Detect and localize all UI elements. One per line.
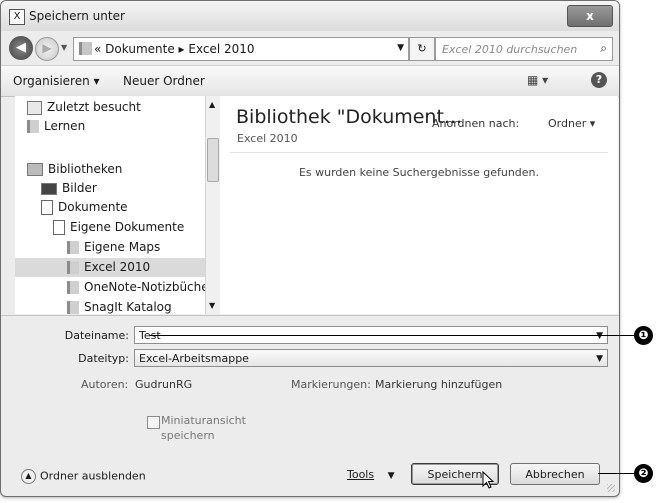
scroll-down-icon[interactable]: ▼ — [209, 301, 215, 310]
libraries-icon — [27, 163, 43, 176]
address-bar[interactable]: « Dokumente ▸ Excel 2010 ▼ — [73, 37, 409, 61]
divider — [1, 315, 619, 316]
scroll-up-icon[interactable]: ▲ — [209, 100, 215, 109]
filetype-select[interactable]: Excel-Arbeitsmappe ▼ — [134, 349, 608, 367]
navigation-pane-scrollbar[interactable]: ▲ ▼ — [205, 96, 220, 314]
back-button[interactable]: ◀ — [9, 36, 33, 60]
resize-grip-icon[interactable] — [607, 484, 615, 492]
save-thumbnail-checkbox[interactable] — [147, 416, 160, 429]
scrollbar-thumb[interactable] — [207, 138, 219, 182]
folder-icon — [27, 120, 39, 133]
navigation-bar: ◀ ▶ ▼ « Dokumente ▸ Excel 2010 ▼ ↻ Excel… — [1, 31, 619, 65]
search-placeholder: Excel 2010 durchsuchen — [442, 43, 578, 56]
chevron-down-icon: ▼ — [387, 471, 395, 481]
library-subtitle: Excel 2010 — [237, 132, 298, 145]
tree-item-onenote-notizbuecher[interactable]: OneNote-Notizbücher — [67, 278, 205, 297]
save-thumbnail-label: Miniaturansicht speichern — [161, 414, 246, 442]
tree-item-lernen[interactable]: Lernen — [27, 117, 205, 136]
filename-label: Dateiname: — [64, 329, 129, 342]
filetype-value: Excel-Arbeitsmappe — [139, 352, 249, 365]
folder-icon — [67, 261, 79, 274]
collapse-icon: ▲ — [21, 469, 36, 484]
folder-icon — [79, 42, 92, 55]
empty-results-message: Es wurden keine Suchergebnisse gefunden. — [298, 166, 540, 179]
command-bar: Organisieren ▾ Neuer Ordner ▦ ▾ ? — [1, 65, 619, 97]
authors-value[interactable]: GudrunRG — [135, 378, 192, 391]
authors-label: Autoren: — [81, 378, 129, 391]
breadcrumb-separator-icon[interactable]: ▸ — [179, 42, 185, 56]
callout-1-badge: ❶ — [634, 326, 653, 345]
callout-2-badge: ❷ — [634, 464, 653, 483]
breadcrumb-excel-2010[interactable]: Excel 2010 — [188, 42, 254, 56]
title-bar: X Speichern unter x — [1, 1, 619, 31]
breadcrumb-dokumente[interactable]: Dokumente — [105, 42, 175, 56]
excel-app-icon: X — [9, 9, 25, 25]
recent-places-icon — [27, 100, 42, 115]
tree-item-snagit-katalog[interactable]: SnagIt Katalog — [67, 298, 205, 314]
documents-library-icon — [41, 200, 53, 215]
arrange-by-dropdown[interactable]: Ordner ▾ — [548, 117, 595, 130]
new-folder-button[interactable]: Neuer Ordner — [123, 74, 205, 88]
tree-item-dokumente[interactable]: Dokumente — [41, 198, 205, 217]
tree-item-eigene-dokumente[interactable]: Eigene Dokumente — [53, 218, 205, 237]
filetype-label: Dateityp: — [78, 352, 129, 365]
address-dropdown-icon[interactable]: ▼ — [397, 43, 404, 53]
tree-item-excel-2010[interactable]: Excel 2010 — [15, 258, 205, 277]
navigation-pane: Zuletzt besucht Lernen Bibliotheken Bild… — [15, 96, 205, 314]
breadcrumb-overflow[interactable]: « — [94, 42, 101, 56]
save-as-dialog: X Speichern unter x ◀ ▶ ▼ « Dokumente ▸ … — [0, 0, 620, 497]
tree-item-eigene-maps[interactable]: Eigene Maps — [67, 238, 205, 257]
tags-label: Markierungen: — [291, 378, 371, 391]
filename-dropdown-icon[interactable]: ▼ — [596, 327, 603, 345]
file-list-pane: Bibliothek "Dokument... Excel 2010 Anord… — [220, 96, 618, 314]
mouse-pointer-icon — [482, 470, 495, 492]
forward-button[interactable]: ▶ — [35, 37, 59, 61]
tree-item-bilder[interactable]: Bilder — [41, 179, 205, 198]
refresh-button[interactable]: ↻ — [409, 37, 435, 61]
arrange-by-label: Anordnen nach: — [432, 117, 520, 130]
callout-2-line — [598, 473, 634, 474]
organize-button[interactable]: Organisieren ▾ — [13, 74, 100, 88]
breadcrumb: « Dokumente ▸ Excel 2010 — [94, 42, 255, 56]
library-title: Bibliothek "Dokument... — [236, 106, 463, 128]
callout-1-line — [150, 335, 634, 336]
tree-item-bibliotheken[interactable]: Bibliotheken — [27, 160, 205, 179]
hide-folders-button[interactable]: ▲ Ordner ausblenden — [21, 469, 146, 484]
help-icon[interactable]: ? — [591, 72, 607, 88]
filetype-dropdown-icon[interactable]: ▼ — [596, 350, 603, 368]
dialog-title: Speichern unter — [29, 9, 125, 23]
divider — [230, 152, 608, 153]
folder-icon — [67, 281, 79, 294]
folder-icon — [67, 241, 79, 254]
tools-menu-button[interactable]: Tools ▼ — [347, 468, 395, 481]
cancel-button[interactable]: Abbrechen — [510, 463, 600, 485]
tags-value[interactable]: Markierung hinzufügen — [375, 378, 502, 391]
folder-icon — [67, 301, 79, 314]
document-folder-icon — [53, 220, 65, 235]
search-icon[interactable]: ⌕ — [600, 41, 607, 56]
pictures-library-icon — [41, 182, 57, 195]
search-input[interactable]: Excel 2010 durchsuchen ⌕ — [435, 37, 613, 61]
close-button[interactable]: x — [567, 5, 613, 27]
recent-pages-dropdown-icon[interactable]: ▼ — [61, 43, 67, 52]
change-view-button[interactable]: ▦ ▾ — [527, 73, 548, 87]
tree-item-zuletzt-besucht[interactable]: Zuletzt besucht — [27, 98, 205, 117]
